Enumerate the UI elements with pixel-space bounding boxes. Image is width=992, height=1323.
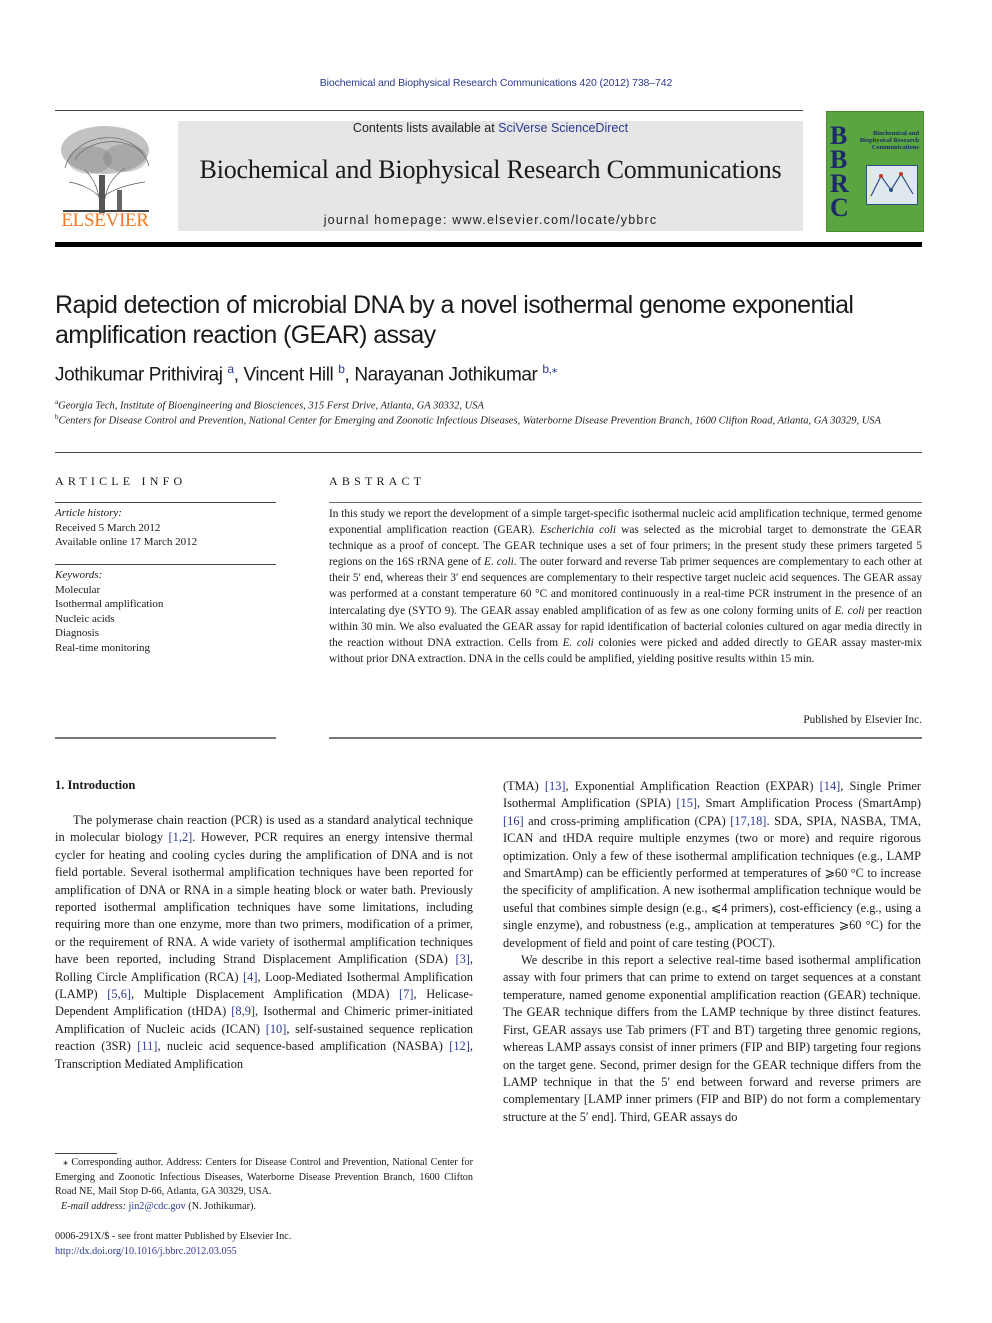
journal-citation-link[interactable]: Biochemical and Biophysical Research Com… bbox=[320, 77, 673, 89]
citation-link[interactable]: [12] bbox=[449, 1039, 470, 1053]
text-run: , Exponential Amplification Reaction (EX… bbox=[565, 779, 820, 793]
article-title: Rapid detection of microbial DNA by a no… bbox=[55, 291, 854, 349]
text-run: , nucleic acid sequence-based amplificat… bbox=[157, 1039, 450, 1054]
species-name: E. coli bbox=[484, 556, 514, 569]
text-run: . However, PCR requires an energy intens… bbox=[55, 830, 473, 967]
paragraph: The polymerase chain reaction (PCR) is u… bbox=[55, 812, 473, 1073]
species-name: E. coli bbox=[834, 604, 865, 617]
cover-letter: C bbox=[830, 193, 849, 222]
text-run: , Multiple Displacement Amplification (M… bbox=[131, 987, 400, 1002]
running-head[interactable]: Biochemical and Biophysical Research Com… bbox=[0, 77, 992, 89]
cover-illustration-icon bbox=[866, 165, 918, 205]
keyword-item: Real-time monitoring bbox=[55, 641, 151, 654]
section-heading-introduction: 1. Introduction bbox=[55, 778, 136, 792]
article-info-heading: ARTICLE INFO bbox=[55, 474, 187, 488]
email-link[interactable]: jin2@cdc.gov bbox=[129, 1201, 186, 1212]
citation-link[interactable]: [16] bbox=[503, 814, 524, 828]
available-online-date: Available online 17 March 2012 bbox=[55, 536, 198, 548]
text-run: We describe in this report a selective r… bbox=[503, 953, 921, 1124]
footnote-divider bbox=[55, 1153, 117, 1154]
article-info-divider bbox=[55, 502, 276, 503]
citation-link[interactable]: [8,9] bbox=[231, 1004, 255, 1018]
citation-link[interactable]: [15] bbox=[676, 796, 697, 810]
citation-link[interactable]: [17,18] bbox=[730, 814, 766, 828]
top-divider bbox=[55, 110, 803, 111]
keyword-item: Molecular bbox=[55, 583, 101, 596]
keyword-item: Diagnosis bbox=[55, 627, 99, 639]
abstract-text: In this study we report the development … bbox=[329, 506, 922, 667]
corresponding-address: ⁎ Corresponding author. Address: Centers… bbox=[55, 1157, 473, 1198]
contents-line: Contents lists available at SciVerse Sci… bbox=[178, 121, 803, 135]
doi-link[interactable]: http://dx.doi.org/10.1016/j.bbrc.2012.03… bbox=[55, 1246, 237, 1257]
masthead-thick-divider bbox=[55, 242, 922, 247]
keywords-divider bbox=[55, 564, 276, 565]
citation-link[interactable]: [14] bbox=[820, 779, 841, 793]
species-name: E. coli bbox=[562, 636, 594, 649]
text-run: (TMA) bbox=[503, 779, 545, 793]
affiliation-text: Centers for Disease Control and Preventi… bbox=[58, 415, 881, 427]
keywords-label: Keywords: bbox=[55, 569, 103, 581]
author-separator: , bbox=[233, 364, 244, 386]
body-column-left: The polymerase chain reaction (PCR) is u… bbox=[55, 812, 473, 1073]
affiliation-ref-link[interactable]: b,⁎ bbox=[542, 362, 557, 376]
author-name[interactable]: Narayanan Jothikumar bbox=[354, 364, 538, 385]
citation-link[interactable]: [13] bbox=[545, 779, 566, 793]
elsevier-wordmark: ELSEVIER bbox=[61, 210, 149, 231]
issn-doi-block: 0006-291X/$ - see front matter Published… bbox=[55, 1230, 291, 1259]
citation-link[interactable]: [5,6] bbox=[107, 987, 131, 1001]
author-name[interactable]: Vincent Hill bbox=[243, 364, 333, 385]
text-run: . SDA, SPIA, NASBA, TMA, ICAN and tHDA r… bbox=[503, 813, 921, 950]
text-run: and cross-priming amplification (CPA) bbox=[523, 813, 731, 828]
body-column-right: (TMA) [13], Exponential Amplification Re… bbox=[503, 778, 921, 1126]
corresponding-author-footnote: ⁎ Corresponding author. Address: Centers… bbox=[55, 1156, 473, 1214]
author-separator: , bbox=[344, 364, 355, 386]
author-list: Jothikumar Prithiviraj a, Vincent Hill b… bbox=[55, 362, 558, 386]
cover-journal-name: Biochemical and Biophysical Research Com… bbox=[859, 130, 919, 151]
issn-line: 0006-291X/$ - see front matter Published… bbox=[55, 1231, 292, 1242]
article-info-bottom-divider bbox=[55, 737, 276, 739]
email-suffix: (N. Jothikumar). bbox=[185, 1200, 256, 1212]
text-run: , Smart Amplification Process (SmartAmp) bbox=[697, 796, 921, 811]
email-label: E-mail address: bbox=[61, 1200, 129, 1212]
abstract-divider bbox=[329, 502, 922, 503]
contents-prefix: Contents lists available at bbox=[352, 121, 499, 135]
species-name: Escherichia coli bbox=[539, 524, 617, 537]
article-history-label: Article history: bbox=[55, 507, 122, 519]
keyword-item: Isothermal amplification bbox=[55, 598, 164, 610]
header-divider bbox=[55, 452, 922, 453]
keyword-item: Nucleic acids bbox=[55, 612, 115, 625]
citation-link[interactable]: [3] bbox=[455, 952, 469, 966]
journal-title: Biochemical and Biophysical Research Com… bbox=[199, 155, 782, 184]
paragraph: We describe in this report a selective r… bbox=[503, 952, 921, 1126]
citation-link[interactable]: [1,2] bbox=[169, 830, 193, 844]
keywords: Keywords: Molecular Isothermal amplifica… bbox=[55, 568, 163, 655]
published-by: Published by Elsevier Inc. bbox=[803, 714, 922, 726]
author-name[interactable]: Jothikumar Prithiviraj bbox=[55, 364, 223, 385]
abstract-heading: ABSTRACT bbox=[329, 474, 426, 488]
article-history: Article history: Received 5 March 2012 A… bbox=[55, 506, 197, 550]
affiliation-b: bCenters for Disease Control and Prevent… bbox=[55, 410, 915, 429]
abstract-bottom-divider bbox=[329, 737, 922, 739]
citation-link[interactable]: [7] bbox=[399, 987, 413, 1001]
cover-letters: B B R C bbox=[830, 123, 849, 222]
citation-link[interactable]: [10] bbox=[266, 1022, 287, 1036]
received-date: Received 5 March 2012 bbox=[55, 521, 161, 534]
citation-link[interactable]: [11] bbox=[137, 1039, 157, 1053]
journal-homepage-link[interactable]: journal homepage: www.elsevier.com/locat… bbox=[178, 213, 803, 227]
citation-link[interactable]: [4] bbox=[243, 970, 257, 984]
sciencedirect-link[interactable]: SciVerse ScienceDirect bbox=[498, 121, 628, 135]
paragraph: (TMA) [13], Exponential Amplification Re… bbox=[503, 778, 921, 952]
